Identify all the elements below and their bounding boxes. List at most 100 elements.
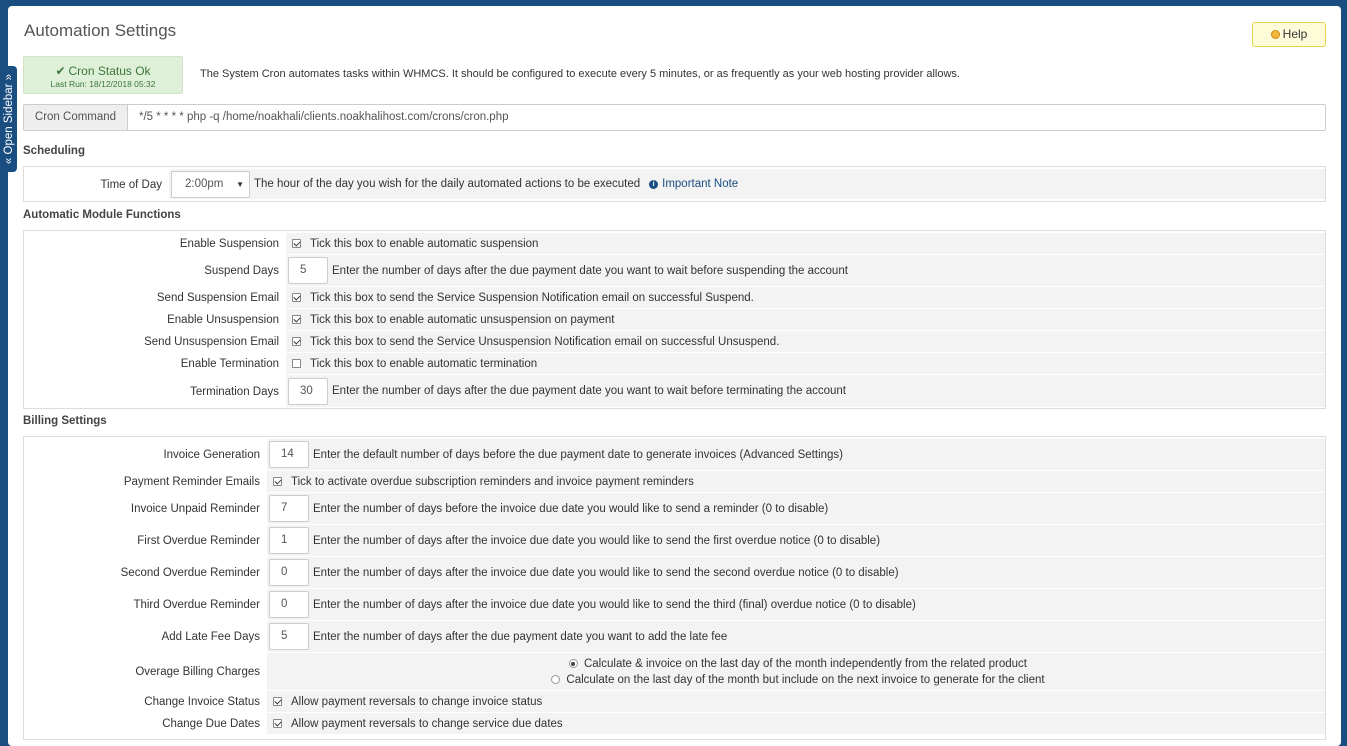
overage-billing-row: Overage Billing Charges Calculate & invo… [24,653,1325,691]
second-overdue-reminder-row: Second Overdue Reminder 0 Enter the numbe… [24,557,1325,589]
change-invoice-status-desc: Allow payment reversals to change invoic… [291,695,543,708]
send-suspension-email-label: Send Suspension Email [156,292,279,304]
open-sidebar-label: « Open Sidebar » [2,73,15,165]
chevron-down-icon: ▼ [236,179,244,189]
enable-unsuspension-desc: Tick this box to enable automatic unsusp… [310,313,615,326]
cron-command-label: Cron Command [24,105,128,130]
enable-unsuspension-label: Enable Unsuspension [167,314,279,326]
third-overdue-reminder-desc: Enter the number of days after the invoi… [313,598,916,611]
help-button[interactable]: Help [1252,22,1326,47]
cron-command-value[interactable]: */5 * * * * php -q /home/noakhali/client… [128,105,509,130]
invoice-unpaid-reminder-row: Invoice Unpaid Reminder 7 Enter the numbe… [24,493,1325,525]
termination-days-label: Termination Days [190,385,279,398]
billing-settings-box: Invoice Generation 14 Enter the default n… [23,436,1326,740]
send-suspension-email-desc: Tick this box to send the Service Suspen… [310,291,754,304]
add-late-fee-days-input[interactable]: 5 [269,623,309,650]
first-overdue-reminder-label: First Overdue Reminder [137,535,260,547]
invoice-unpaid-reminder-input[interactable]: 7 [269,495,309,522]
first-overdue-reminder-input[interactable]: 1 [269,527,309,554]
second-overdue-reminder-desc: Enter the number of days after the invoi… [313,566,899,579]
send-suspension-email-row: Send Suspension Email Tick this box to s… [24,287,1325,309]
payment-reminder-emails-label: Payment Reminder Emails [123,476,260,488]
termination-days-input[interactable]: 30 [288,377,328,405]
enable-termination-checkbox[interactable] [292,359,301,368]
payment-reminder-emails-checkbox[interactable] [273,477,282,486]
cron-status-text: Cron Status Ok [68,64,151,78]
termination-days-desc: Enter the number of days after the due p… [332,385,846,397]
invoice-generation-desc: Enter the default number of days before … [313,448,737,461]
enable-suspension-checkbox[interactable] [292,239,301,248]
third-overdue-reminder-input[interactable]: 0 [269,591,309,618]
checkmark-icon: ✔ [55,64,66,78]
change-due-dates-label: Change Due Dates [162,718,260,730]
send-unsuspension-email-label: Send Unsuspension Email [144,336,279,348]
time-of-day-desc: The hour of the day you wish for the dai… [254,178,641,190]
enable-unsuspension-checkbox[interactable] [292,315,301,324]
third-overdue-reminder-label: Third Overdue Reminder [133,599,260,611]
enable-termination-desc: Tick this box to enable automatic termin… [310,357,538,370]
overage-option-2-label: Calculate on the last day of the month b… [566,673,1045,686]
payment-reminder-emails-desc: Tick to activate overdue subscription re… [291,475,694,488]
add-late-fee-days-desc: Enter the number of days after the due p… [313,630,728,643]
overage-option-1-radio[interactable] [568,659,578,668]
invoice-unpaid-reminder-label: Invoice Unpaid Reminder [130,503,260,515]
change-invoice-status-checkbox[interactable] [273,697,282,706]
change-due-dates-desc: Allow payment reversals to change servic… [291,717,563,730]
time-of-day-value: 2:00pm [185,178,224,190]
cron-last-run: Last Run: 18/12/2018 05:32 [50,79,156,89]
module-functions-box: Enable Suspension Tick this box to enabl… [23,230,1326,409]
enable-suspension-row: Enable Suspension Tick this box to enabl… [24,233,1325,255]
send-suspension-email-checkbox[interactable] [292,293,301,302]
change-invoice-status-label: Change Invoice Status [144,696,260,708]
main-panel: Automation Settings Help ✔ Cron Status Ok… [8,6,1341,746]
second-overdue-reminder-input[interactable]: 0 [269,559,309,586]
cron-description: The System Cron automates tasks within W… [200,68,960,80]
enable-unsuspension-row: Enable Unsuspension Tick this box to ena… [24,309,1325,331]
overage-option-2-radio[interactable] [551,675,561,684]
first-overdue-reminder-desc: Enter the number of days after the invoi… [313,534,881,547]
enable-termination-row: Enable Termination Tick this box to enab… [24,353,1325,375]
enable-suspension-label: Enable Suspension [179,238,279,250]
invoice-unpaid-reminder-desc: Enter the number of days before the invo… [313,502,829,515]
page-title: Automation Settings [24,21,177,40]
cron-status-badge: ✔ Cron Status Ok Last Run: 18/12/2018 05:… [23,56,183,94]
suspend-days-desc: Enter the number of days after the due p… [332,264,848,277]
lightbulb-icon [1270,30,1280,39]
send-unsuspension-email-checkbox[interactable] [292,337,301,346]
change-invoice-status-row: Change Invoice Status Allow payment reve… [24,691,1325,713]
invoice-generation-row: Invoice Generation 14 Enter the default n… [24,439,1325,471]
billing-settings-title: Billing Settings [23,415,107,427]
important-note-link[interactable]: Important Note [662,178,738,190]
time-of-day-row: Time of Day 2:00pm ▼ The hour of the day … [24,169,1325,200]
send-unsuspension-email-row: Send Unsuspension Email Tick this box to… [24,331,1325,353]
enable-suspension-desc: Tick this box to enable automatic suspen… [310,237,539,250]
invoice-generation-label: Invoice Generation [163,449,260,461]
overage-billing-label: Overage Billing Charges [135,666,260,678]
time-of-day-label: Time of Day [100,178,162,191]
payment-reminder-emails-row: Payment Reminder Emails Tick to activate… [24,471,1325,493]
help-label: Help [1282,27,1308,41]
third-overdue-reminder-row: Third Overdue Reminder 0 Enter the number… [24,589,1325,621]
time-of-day-select[interactable]: 2:00pm ▼ [171,170,250,198]
open-sidebar-tab[interactable]: « Open Sidebar » [0,66,17,172]
send-unsuspension-email-desc: Tick this box to send the Service Unsusp… [310,335,780,348]
info-icon: i [649,179,659,189]
second-overdue-reminder-label: Second Overdue Reminder [120,567,260,579]
invoice-generation-input[interactable]: 14 [269,441,309,468]
first-overdue-reminder-row: First Overdue Reminder 1 Enter the number… [24,525,1325,557]
suspend-days-input[interactable]: 5 [288,257,328,284]
termination-days-row: Termination Days 30 Enter the number of d… [24,375,1325,408]
suspend-days-row: Suspend Days 5 Enter the number of days a… [24,255,1325,287]
cron-command-field[interactable]: Cron Command */5 * * * * php -q /home/no… [23,104,1326,131]
add-late-fee-days-label: Add Late Fee Days [161,631,260,643]
overage-option-1-label: Calculate & invoice on the last day of t… [583,657,1028,670]
scheduling-box: Time of Day 2:00pm ▼ The hour of the day … [23,166,1326,202]
module-functions-title: Automatic Module Functions [23,209,181,221]
scheduling-title: Scheduling [23,145,85,157]
advanced-settings-link[interactable]: (Advanced Settings) [739,449,843,461]
add-late-fee-days-row: Add Late Fee Days 5 Enter the number of d… [24,621,1325,653]
change-due-dates-row: Change Due Dates Allow payment reversals… [24,713,1325,735]
change-due-dates-checkbox[interactable] [273,719,282,728]
enable-termination-label: Enable Termination [180,358,279,370]
suspend-days-label: Suspend Days [204,265,279,277]
